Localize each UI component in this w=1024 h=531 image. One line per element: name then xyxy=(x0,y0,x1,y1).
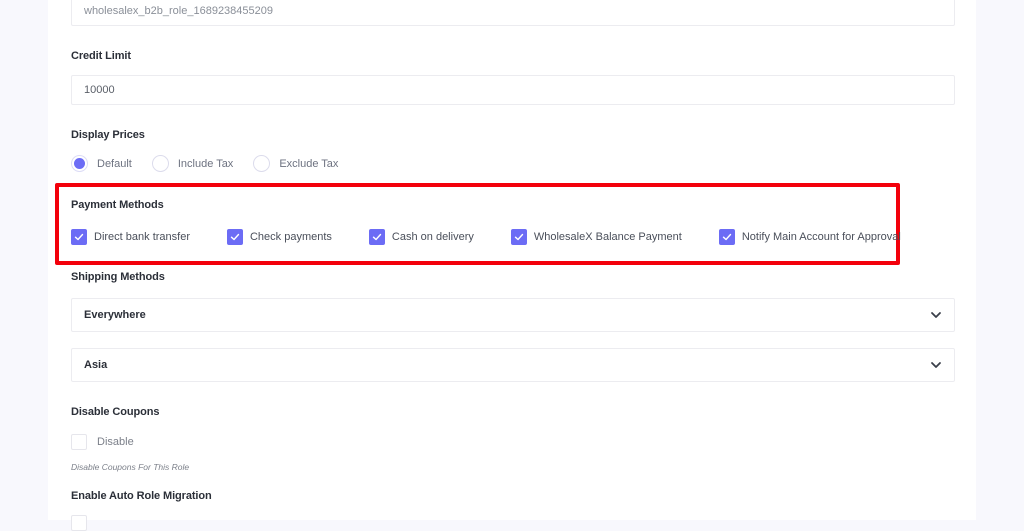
chevron-down-icon[interactable] xyxy=(930,309,942,321)
checkbox-unchecked[interactable] xyxy=(71,515,87,531)
credit-limit-input[interactable]: 10000 xyxy=(71,75,955,105)
checkbox-unchecked[interactable] xyxy=(71,434,87,450)
checkbox-label: Direct bank transfer xyxy=(94,231,190,243)
radio-button[interactable] xyxy=(151,155,169,172)
checkbox-checked[interactable] xyxy=(368,229,385,245)
display-prices-radio-group: Default Include Tax Exclude Tax xyxy=(71,155,358,172)
checkbox-label: WholesaleX Balance Payment xyxy=(533,231,682,243)
radio-label: Exclude Tax xyxy=(279,157,339,170)
check-icon xyxy=(74,233,84,241)
radio-exclude-tax[interactable]: Exclude Tax xyxy=(253,155,338,172)
checkbox-checked[interactable] xyxy=(226,229,243,245)
radio-default[interactable]: Default xyxy=(71,155,132,172)
role-id-value: wholesalex_b2b_role_1689238455209 xyxy=(84,5,273,17)
checkbox-checked[interactable] xyxy=(71,229,87,245)
chevron-down-icon[interactable] xyxy=(930,359,942,371)
payment-cash-on-delivery[interactable]: Cash on delivery xyxy=(368,229,474,245)
checkbox-checked[interactable] xyxy=(510,229,527,245)
payment-direct-bank-transfer[interactable]: Direct bank transfer xyxy=(71,229,190,245)
role-settings-panel: wholesalex_b2b_role_1689238455209 Credit… xyxy=(48,0,976,531)
check-icon xyxy=(230,233,240,241)
auto-role-migration-label: Enable Auto Role Migration xyxy=(71,490,212,502)
disable-coupons-help: Disable Coupons For This Role xyxy=(71,462,190,472)
credit-limit-value: 10000 xyxy=(84,84,115,96)
radio-button[interactable] xyxy=(253,155,271,172)
shipping-zone-asia[interactable]: Asia xyxy=(71,348,955,382)
shipping-methods-label: Shipping Methods xyxy=(71,271,165,283)
radio-label: Default xyxy=(97,157,132,170)
payment-methods-options: Direct bank transfer Check payments Cash… xyxy=(71,229,901,245)
payment-check-payments[interactable]: Check payments xyxy=(226,229,332,245)
role-id-input[interactable]: wholesalex_b2b_role_1689238455209 xyxy=(71,0,955,26)
disable-coupons-option[interactable]: Disable xyxy=(71,434,134,450)
payment-wholesalex-balance[interactable]: WholesaleX Balance Payment xyxy=(510,229,682,245)
radio-include-tax[interactable]: Include Tax xyxy=(151,155,234,172)
payment-notify-main-account[interactable]: Notify Main Account for Approval xyxy=(718,229,901,245)
radio-button[interactable] xyxy=(71,155,88,172)
radio-label: Include Tax xyxy=(177,157,234,170)
check-icon xyxy=(722,233,732,241)
payment-methods-highlight xyxy=(55,183,900,265)
shipping-zone-title: Asia xyxy=(84,359,108,371)
checkbox-label: Cash on delivery xyxy=(391,231,474,243)
credit-limit-label: Credit Limit xyxy=(71,50,131,62)
checkbox-label: Disable xyxy=(97,436,134,448)
checkbox-checked[interactable] xyxy=(718,229,735,245)
checkbox-label: Check payments xyxy=(249,231,332,243)
check-icon xyxy=(514,233,524,241)
payment-methods-label: Payment Methods xyxy=(71,199,164,211)
disable-coupons-label: Disable Coupons xyxy=(71,406,160,418)
check-icon xyxy=(372,233,382,241)
shipping-zone-title: Everywhere xyxy=(84,309,146,321)
shipping-zone-everywhere[interactable]: Everywhere xyxy=(71,298,955,332)
display-prices-label: Display Prices xyxy=(71,129,145,141)
auto-role-migration-option[interactable] xyxy=(71,515,94,531)
checkbox-label: Notify Main Account for Approval xyxy=(741,231,901,243)
